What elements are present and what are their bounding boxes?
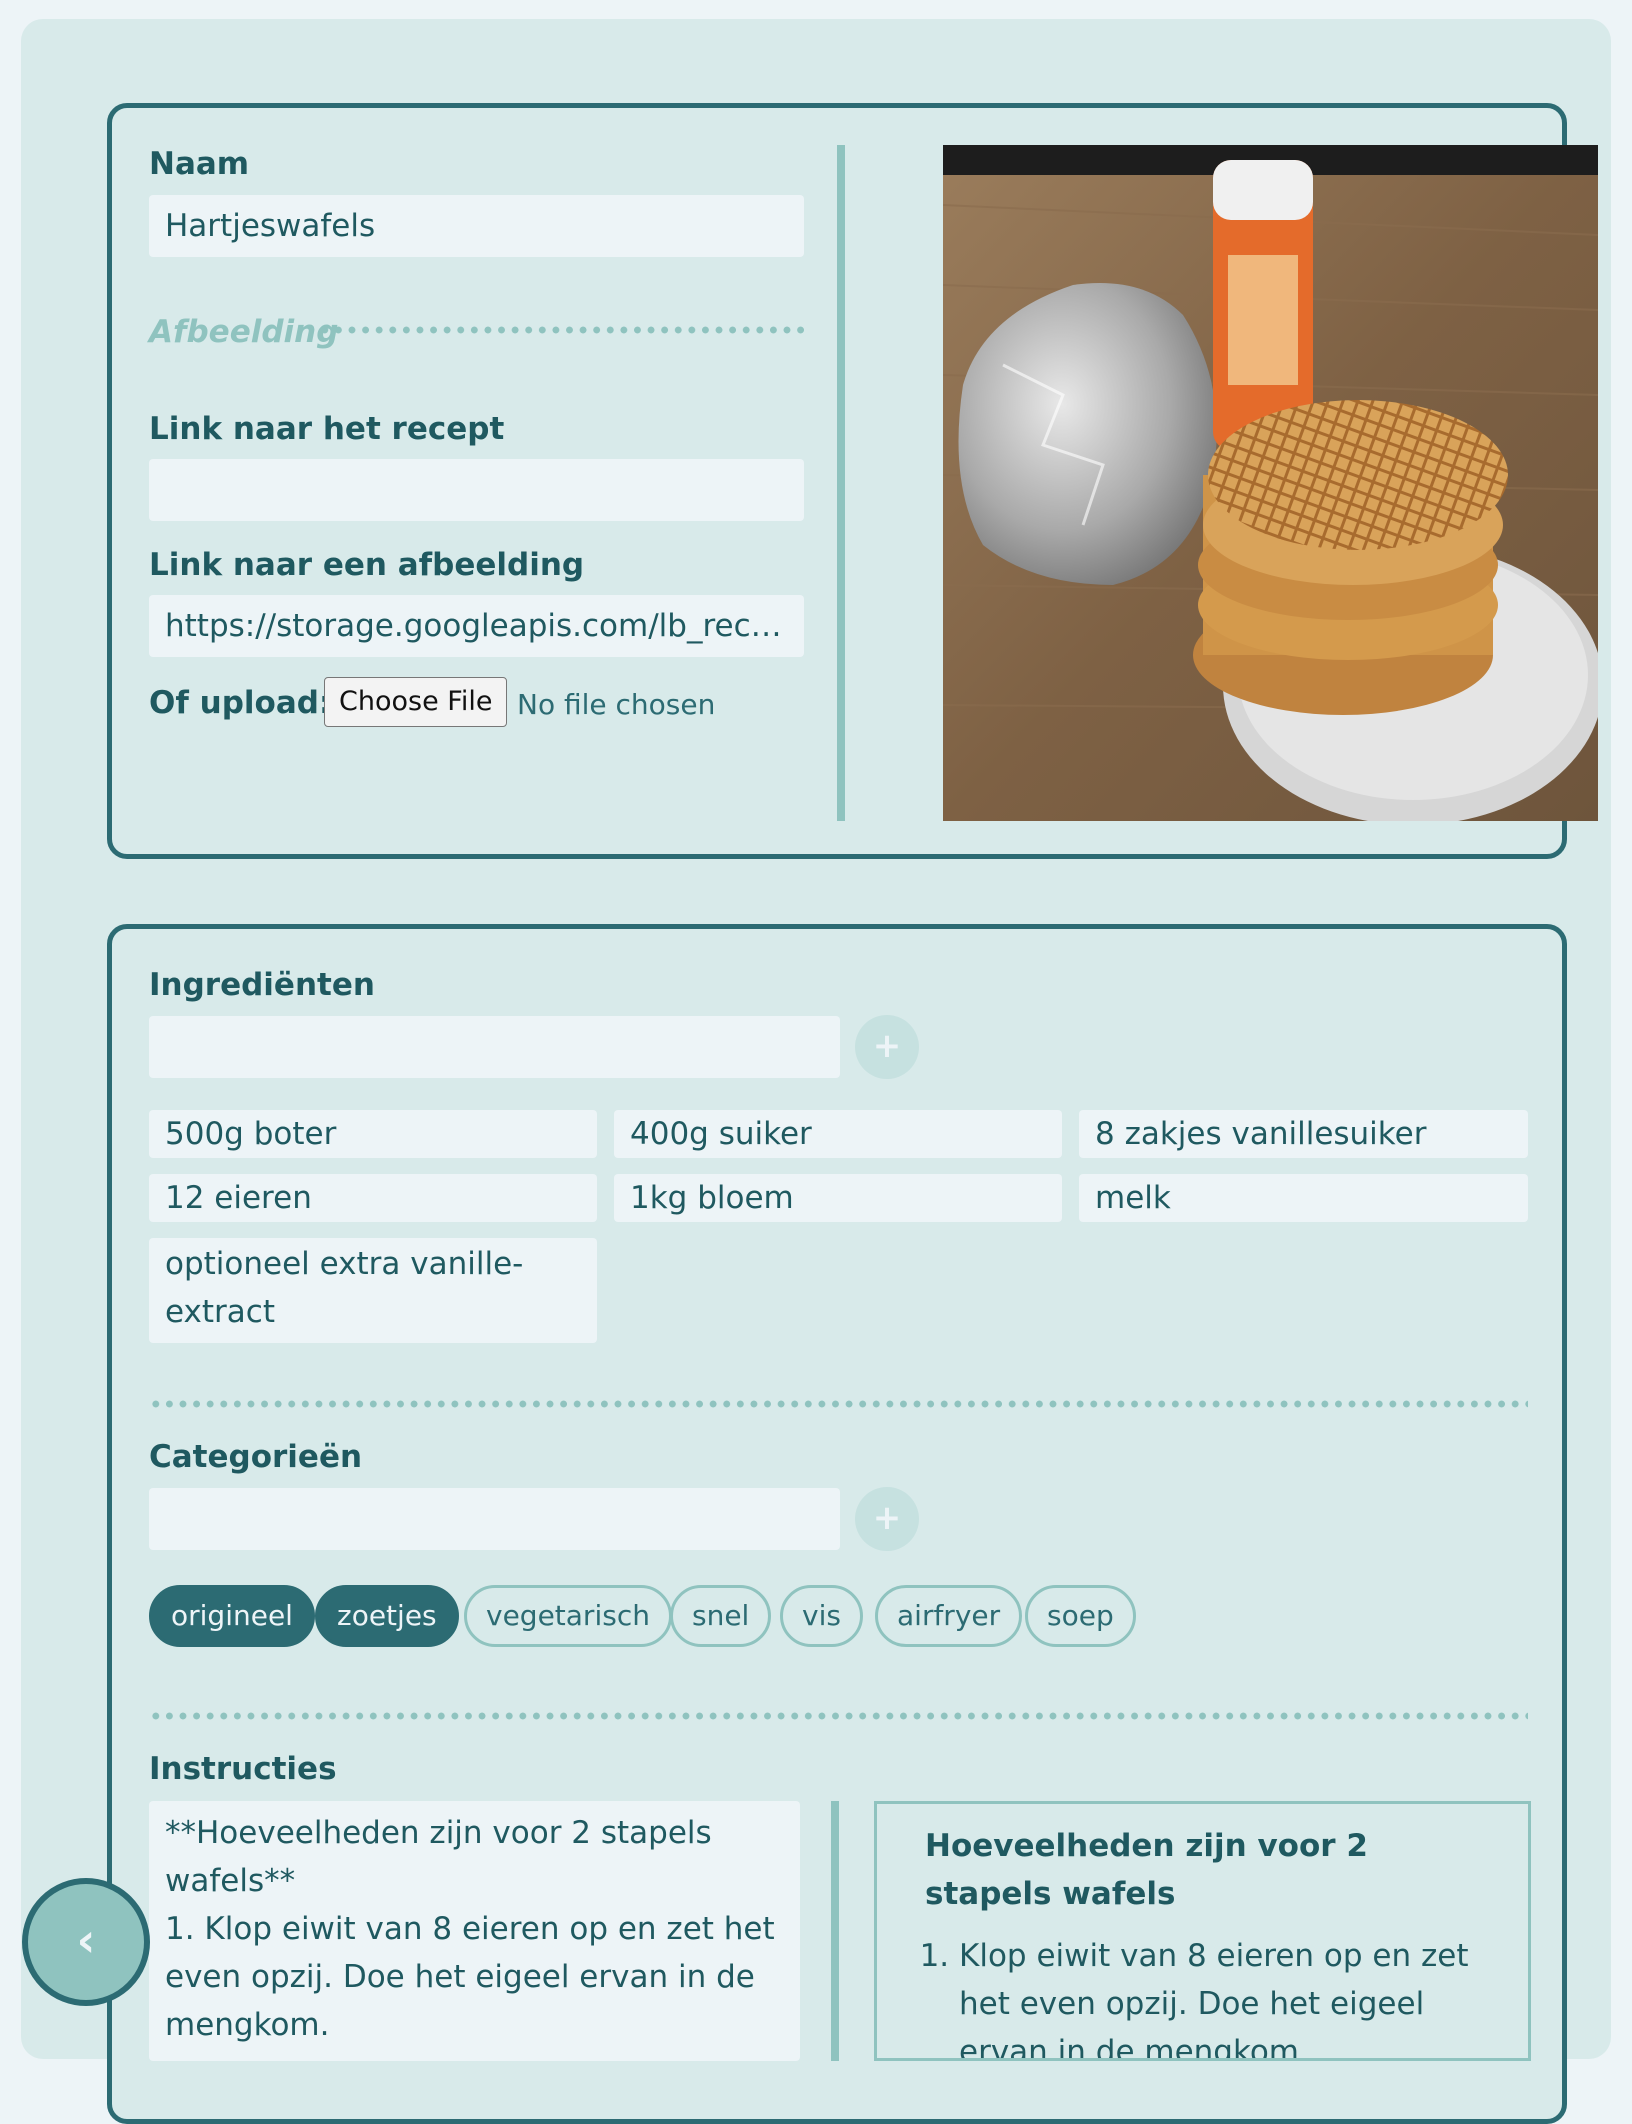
image-section-title: Afbeelding <box>149 314 339 350</box>
dotted-divider <box>149 1712 1528 1720</box>
category-chip-airfryer[interactable]: airfryer <box>875 1585 1023 1647</box>
vertical-divider <box>837 145 845 821</box>
ingredient-item[interactable]: optioneel extra vanille-extract <box>149 1238 597 1343</box>
waffles-image <box>943 145 1598 821</box>
category-chip-vis[interactable]: vis <box>780 1585 863 1647</box>
ingredient-item[interactable]: 400g suiker <box>614 1110 1062 1158</box>
ingredient-item[interactable]: melk <box>1079 1174 1528 1222</box>
add-category-button[interactable]: + <box>855 1487 919 1551</box>
ingredient-input[interactable] <box>149 1016 840 1078</box>
recipe-details-card: Ingrediënten + 500g boter 400g suiker 8 … <box>107 924 1567 2124</box>
category-chip-soep[interactable]: soep <box>1025 1585 1136 1647</box>
instructions-textarea[interactable]: **Hoeveelheden zijn voor 2 stapels wafel… <box>149 1801 800 2061</box>
recipe-photo <box>943 145 1598 821</box>
category-chip-origineel[interactable]: origineel <box>149 1585 315 1647</box>
ingredient-item[interactable]: 12 eieren <box>149 1174 597 1222</box>
recipe-link-input[interactable] <box>149 459 804 521</box>
name-label: Naam <box>149 146 250 182</box>
add-ingredient-button[interactable]: + <box>855 1015 919 1079</box>
dotted-divider <box>149 1400 1528 1408</box>
preview-heading: Hoeveelheden zijn voor 2 stapels wafels <box>925 1828 1368 1912</box>
preview-step: Klop eiwit van 8 eieren op en zet het ev… <box>959 1932 1480 2058</box>
instructions-preview: Hoeveelheden zijn voor 2 stapels wafels … <box>874 1801 1531 2061</box>
chevron-left-icon: ‹ <box>76 1913 96 1967</box>
recipe-link-label: Link naar het recept <box>149 411 505 447</box>
ingredient-item[interactable]: 8 zakjes vanillesuiker <box>1079 1110 1528 1158</box>
vertical-divider <box>831 1801 839 2061</box>
category-chip-zoetjes[interactable]: zoetjes <box>315 1585 459 1647</box>
image-link-label: Link naar een afbeelding <box>149 547 585 583</box>
image-link-input[interactable]: https://storage.googleapis.com/lb_recipe… <box>149 595 804 657</box>
choose-file-button[interactable]: Choose File <box>324 677 508 727</box>
categories-label: Categorieën <box>149 1439 363 1475</box>
preview-steps: Klop eiwit van 8 eieren op en zet het ev… <box>925 1932 1480 2058</box>
back-button[interactable]: ‹ <box>22 1878 150 2006</box>
name-input[interactable]: Hartjeswafels <box>149 195 804 257</box>
instructions-label: Instructies <box>149 1751 337 1787</box>
ingredients-label: Ingrediënten <box>149 967 375 1003</box>
ingredient-item[interactable]: 500g boter <box>149 1110 597 1158</box>
recipe-info-card: Naam Hartjeswafels Afbeelding Link naar … <box>107 103 1598 859</box>
category-input[interactable] <box>149 1488 840 1550</box>
dotted-divider <box>318 326 804 334</box>
category-chip-snel[interactable]: snel <box>670 1585 772 1647</box>
category-chip-vegetarisch[interactable]: vegetarisch <box>464 1585 672 1647</box>
upload-label: Of upload: <box>149 685 332 721</box>
no-file-text: No file chosen <box>517 688 716 721</box>
page-panel: Naam Hartjeswafels Afbeelding Link naar … <box>21 19 1611 2124</box>
ingredient-item[interactable]: 1kg bloem <box>614 1174 1062 1222</box>
